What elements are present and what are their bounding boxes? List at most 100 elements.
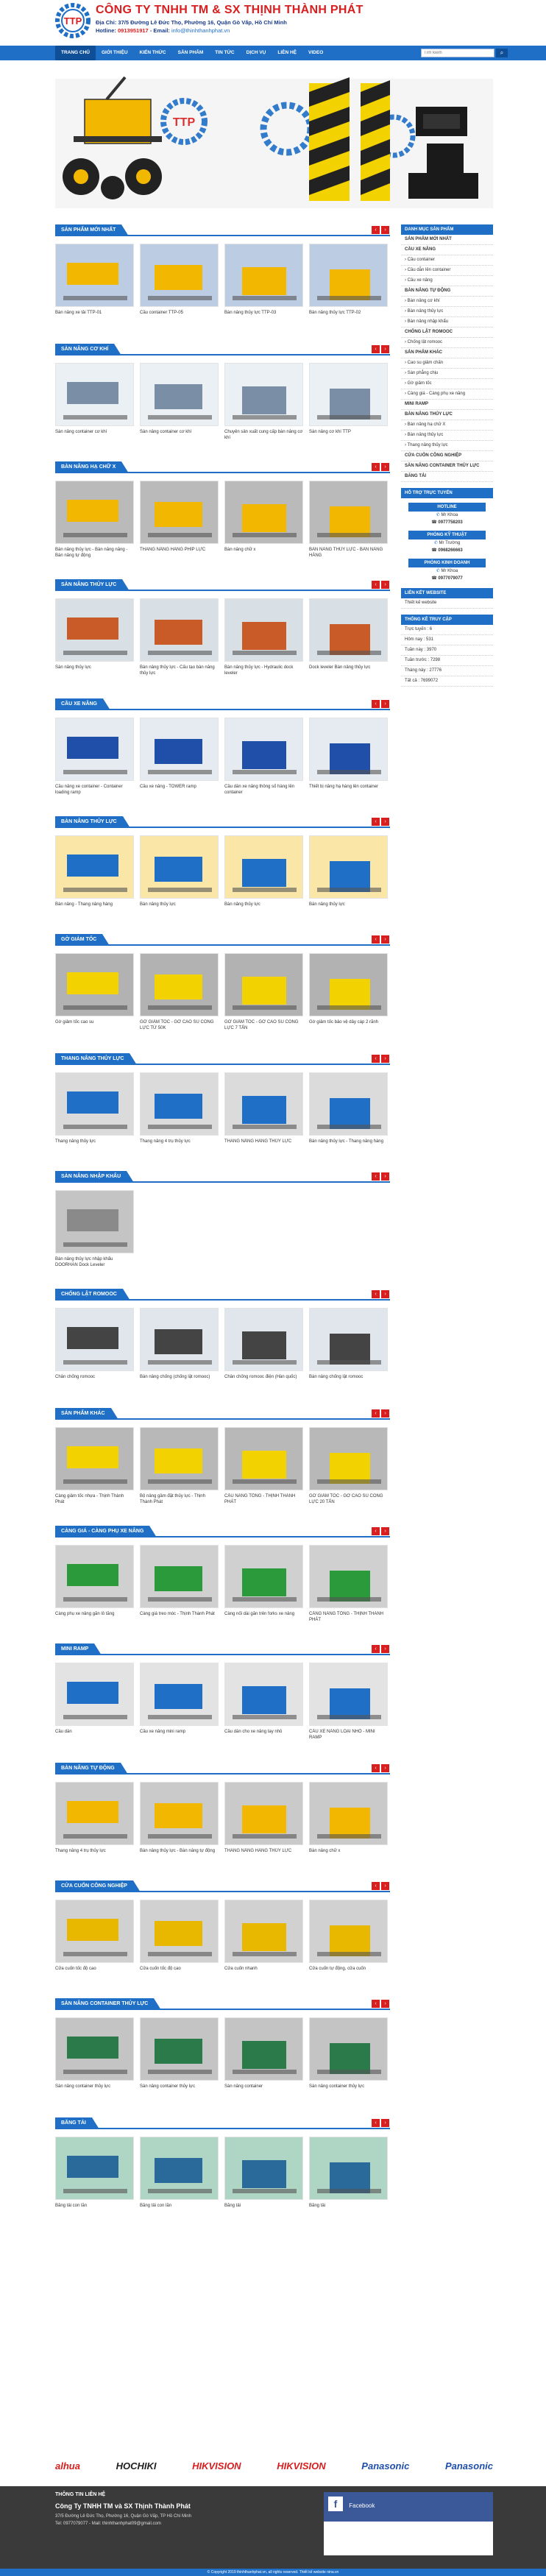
next-arrow-icon[interactable]: › bbox=[381, 1290, 389, 1298]
product-card[interactable]: Sàn nâng container thủy lực bbox=[55, 2017, 134, 2095]
product-image[interactable] bbox=[309, 1072, 388, 1136]
product-image[interactable] bbox=[224, 481, 303, 544]
product-name[interactable]: Bàn nâng thủy lực bbox=[309, 902, 388, 913]
brand-logo[interactable]: HIKVISION bbox=[192, 2460, 241, 2471]
product-name[interactable]: Cửa cuốn tự động, cửa cuốn bbox=[309, 1966, 388, 1978]
product-card[interactable]: GỜ GIẢM TỐC - GỜ CAO SU CÔNG LỰC 20 TẤN bbox=[309, 1427, 388, 1505]
brand-logo[interactable]: HIKVISION bbox=[277, 2460, 325, 2471]
section-title[interactable]: Bàn nâng tự động bbox=[55, 1763, 128, 1774]
product-card[interactable]: Bàn nâng chữ x bbox=[224, 481, 303, 559]
product-card[interactable]: Gờ giảm tốc cao su bbox=[55, 953, 134, 1031]
product-image[interactable] bbox=[140, 244, 219, 307]
product-image[interactable] bbox=[55, 598, 134, 662]
product-image[interactable] bbox=[309, 1900, 388, 1963]
product-card[interactable]: Chân chống romooc bbox=[55, 1308, 134, 1386]
nav-item-6[interactable]: LIÊN HỆ bbox=[272, 46, 302, 60]
product-image[interactable] bbox=[55, 1663, 134, 1726]
product-card[interactable]: Băng tải bbox=[224, 2137, 303, 2215]
sidebar-category-item[interactable]: › Càng giá - Càng phụ xe nâng bbox=[401, 389, 493, 400]
product-image[interactable] bbox=[224, 1782, 303, 1845]
product-card[interactable]: Sàn nâng container cơ khí bbox=[140, 363, 219, 441]
product-name[interactable]: GỜ GIẢM TỐC - GỜ CAO SU CÔNG LỰC TỪ 50K bbox=[140, 1019, 219, 1031]
product-card[interactable]: Gờ giảm tốc bảo vệ dây cáp 2 rãnh bbox=[309, 953, 388, 1031]
product-name[interactable]: CẦNG NÂNG TỔNG - THỊNH THÀNH PHÁT bbox=[309, 1611, 388, 1623]
product-image[interactable] bbox=[309, 953, 388, 1016]
product-image[interactable] bbox=[55, 1900, 134, 1963]
product-image[interactable] bbox=[140, 718, 219, 781]
product-image[interactable] bbox=[224, 2017, 303, 2081]
product-image[interactable] bbox=[140, 1900, 219, 1963]
product-image[interactable] bbox=[309, 363, 388, 426]
product-image[interactable] bbox=[140, 1545, 219, 1608]
product-image[interactable] bbox=[309, 1545, 388, 1608]
product-card[interactable]: Băng tải bbox=[309, 2137, 388, 2215]
product-name[interactable]: Bàn nâng chữ x bbox=[309, 1848, 388, 1860]
skype-icon[interactable]: ✆ bbox=[434, 541, 438, 545]
product-image[interactable] bbox=[309, 598, 388, 662]
product-image[interactable] bbox=[224, 598, 303, 662]
product-card[interactable]: THANG NÂNG HÀNG THỦY LỰC bbox=[224, 1072, 303, 1150]
product-image[interactable] bbox=[309, 481, 388, 544]
product-image[interactable] bbox=[55, 1308, 134, 1371]
product-name[interactable]: Bàn nâng thủy lực bbox=[140, 902, 219, 913]
product-name[interactable]: GỜ GIẢM TỐC - GỜ CAO SU CÔNG LỰC 7 TẤN bbox=[224, 1019, 303, 1031]
product-name[interactable]: Băng tải con lăn bbox=[140, 2203, 219, 2215]
next-arrow-icon[interactable]: › bbox=[381, 2119, 389, 2127]
prev-arrow-icon[interactable]: ‹ bbox=[372, 226, 380, 234]
nav-item-7[interactable]: VIDEO bbox=[302, 46, 329, 60]
section-title[interactable]: Băng tải bbox=[55, 2117, 99, 2129]
product-card[interactable]: Càng giảm tốc nhựa - Thịnh Thành Phát bbox=[55, 1427, 134, 1505]
product-image[interactable] bbox=[309, 835, 388, 899]
sidebar-category-item[interactable]: MINI RAMP bbox=[401, 400, 493, 410]
product-name[interactable]: Cửa cuốn nhanh bbox=[224, 1966, 303, 1978]
next-arrow-icon[interactable]: › bbox=[381, 1764, 389, 1772]
product-name[interactable]: Bàn nâng chữ x bbox=[224, 547, 303, 559]
product-name[interactable]: Gờ giảm tốc bảo vệ dây cáp 2 rãnh bbox=[309, 1019, 388, 1031]
product-card[interactable]: Bộ nâng gầm đặt thủy lực - Thịnh Thành P… bbox=[140, 1427, 219, 1505]
sidebar-category-item[interactable]: SÀN NÂNG CONTAINER THỦY LỰC bbox=[401, 461, 493, 472]
product-card[interactable]: Thang nâng thủy lực bbox=[55, 1072, 134, 1150]
product-card[interactable]: Bàn nâng thủy lực - Cấu tạo bàn nâng thủ… bbox=[140, 598, 219, 676]
product-card[interactable]: Sàn nâng container bbox=[224, 2017, 303, 2095]
section-title[interactable]: Sàn nâng cơ khí bbox=[55, 344, 122, 355]
product-name[interactable]: Thang nâng thủy lực bbox=[55, 1139, 134, 1150]
sidebar-category-item[interactable]: CẦU XE NÂNG bbox=[401, 245, 493, 255]
product-name[interactable]: Bàn nâng - Thang nâng hàng bbox=[55, 902, 134, 913]
product-image[interactable] bbox=[309, 1782, 388, 1845]
product-image[interactable] bbox=[140, 598, 219, 662]
product-card[interactable]: Sàn nâng thủy lực bbox=[55, 598, 134, 676]
product-name[interactable]: Băng tải bbox=[309, 2203, 388, 2215]
product-image[interactable] bbox=[55, 835, 134, 899]
sidebar-category-item[interactable]: › Thang nâng thủy lực bbox=[401, 441, 493, 451]
product-name[interactable]: Cầu container TTP-05 bbox=[140, 310, 219, 322]
product-card[interactable]: Sàn nâng container cơ khí bbox=[55, 363, 134, 441]
prev-arrow-icon[interactable]: ‹ bbox=[372, 2119, 380, 2127]
section-title[interactable]: Sàn nâng container thủy lực bbox=[55, 1998, 162, 2010]
product-card[interactable]: Bàn nâng thủy lực TTP-02 bbox=[309, 244, 388, 322]
product-name[interactable]: Chân chống romooc bbox=[55, 1374, 134, 1386]
brand-logo[interactable]: Panasonic bbox=[445, 2460, 493, 2471]
product-image[interactable] bbox=[55, 1072, 134, 1136]
product-image[interactable] bbox=[140, 2137, 219, 2200]
product-image[interactable] bbox=[55, 718, 134, 781]
product-image[interactable] bbox=[224, 244, 303, 307]
product-name[interactable]: Cửa cuốn tốc độ cao bbox=[55, 1966, 134, 1978]
prev-arrow-icon[interactable]: ‹ bbox=[372, 700, 380, 708]
product-card[interactable]: CẦU XE NÂNG LOẠI NHỎ - MINI RAMP bbox=[309, 1663, 388, 1741]
product-card[interactable]: Càng giá treo móc - Thịnh Thành Phát bbox=[140, 1545, 219, 1623]
sidebar-category-item[interactable]: SẢN PHẨM MỚI NHẤT bbox=[401, 235, 493, 245]
product-name[interactable]: CẦU NÂNG TỔNG - THỊNH THÀNH PHÁT bbox=[224, 1493, 303, 1505]
prev-arrow-icon[interactable]: ‹ bbox=[372, 463, 380, 471]
product-card[interactable]: Dock leveler Bàn nâng thủy lực bbox=[309, 598, 388, 676]
product-name[interactable]: Thiết bị nâng hạ hàng lên container bbox=[309, 784, 388, 796]
section-title[interactable]: Cửa cuốn công nghiệp bbox=[55, 1880, 141, 1892]
nav-item-0[interactable]: TRANG CHỦ bbox=[55, 46, 96, 60]
sidebar-category-item[interactable]: › Cầu xe nâng bbox=[401, 276, 493, 286]
sidebar-category-item[interactable]: SẢN PHẨM KHÁC bbox=[401, 348, 493, 358]
sidebar-category-item[interactable]: CỬA CUỐN CÔNG NGHIỆP bbox=[401, 451, 493, 461]
product-image[interactable] bbox=[55, 363, 134, 426]
section-title[interactable]: Bàn nâng hạ chữ X bbox=[55, 461, 130, 473]
prev-arrow-icon[interactable]: ‹ bbox=[372, 581, 380, 589]
sidebar-category-item[interactable]: › Bàn nâng nhập khẩu bbox=[401, 317, 493, 328]
brand-logo[interactable]: alhua bbox=[55, 2460, 80, 2471]
